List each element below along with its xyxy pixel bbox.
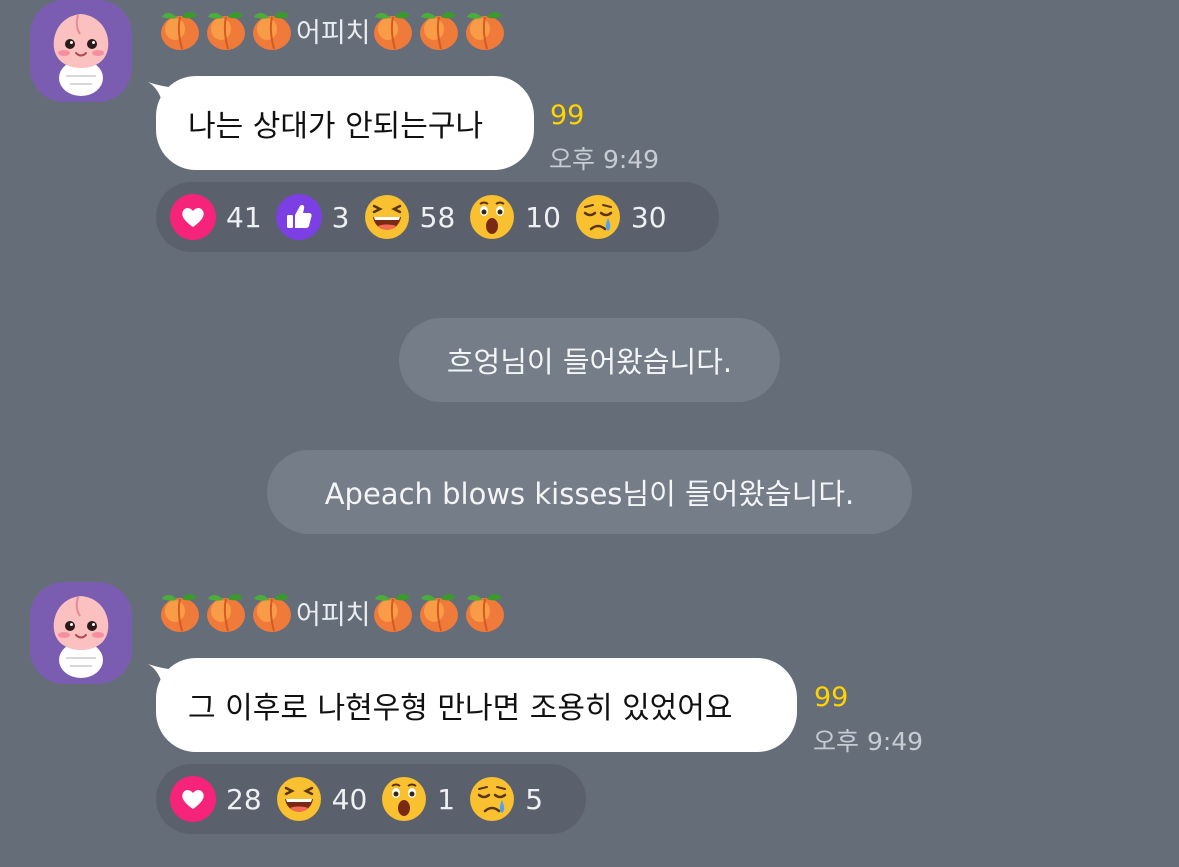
laughing-face-icon bbox=[364, 194, 410, 240]
message-time: 오후 9:49 bbox=[813, 727, 924, 756]
sender-name[interactable]: 어피치 bbox=[158, 6, 509, 54]
peach-icon bbox=[417, 590, 463, 634]
reaction-laughing[interactable]: 40 bbox=[276, 776, 368, 822]
reaction-heart[interactable]: 41 bbox=[170, 194, 262, 240]
reaction-bar[interactable]: 41 3 58 10 30 bbox=[156, 182, 719, 252]
message-text: 그 이후로 나현우형 만나면 조용히 있었어요 bbox=[188, 691, 733, 726]
heart-icon bbox=[170, 194, 216, 240]
reaction-heart[interactable]: 28 bbox=[170, 776, 262, 822]
sad-face-icon bbox=[469, 776, 515, 822]
reaction-count: 41 bbox=[226, 200, 262, 234]
peach-icon bbox=[158, 8, 204, 52]
reaction-sad[interactable]: 30 bbox=[575, 194, 667, 240]
reaction-surprised[interactable]: 1 bbox=[381, 776, 455, 822]
message-bubble[interactable]: 나는 상대가 안되는구나 bbox=[156, 76, 534, 170]
reaction-sad[interactable]: 5 bbox=[469, 776, 543, 822]
unread-count: 99 bbox=[814, 682, 849, 713]
unread-count: 99 bbox=[550, 100, 585, 131]
surprised-face-icon bbox=[381, 776, 427, 822]
reaction-count: 28 bbox=[226, 782, 262, 816]
reaction-count: 30 bbox=[630, 200, 667, 234]
peach-icon bbox=[463, 590, 509, 634]
system-message: 흐엉님이 들어왔습니다. bbox=[399, 318, 780, 402]
reaction-surprised[interactable]: 10 bbox=[469, 194, 561, 240]
peach-icon bbox=[204, 8, 250, 52]
message-time: 오후 9:49 bbox=[549, 145, 660, 174]
sender-name-text: 어피치 bbox=[296, 17, 371, 49]
peach-icon bbox=[204, 590, 250, 634]
peach-icon bbox=[463, 8, 509, 52]
reaction-laughing[interactable]: 58 bbox=[364, 194, 456, 240]
surprised-face-icon bbox=[469, 194, 515, 240]
reaction-count: 1 bbox=[437, 782, 456, 816]
peach-icon bbox=[250, 590, 296, 634]
system-message-text: Apeach blows kisses님이 들어왔습니다. bbox=[324, 477, 855, 511]
reaction-count: 5 bbox=[525, 782, 544, 816]
laughing-face-icon bbox=[276, 776, 322, 822]
sender-name-text: 어피치 bbox=[296, 599, 371, 631]
system-message-text: 흐엉님이 들어왔습니다. bbox=[446, 345, 733, 379]
reaction-bar[interactable]: 28 40 1 5 bbox=[156, 764, 586, 834]
peach-icon bbox=[417, 8, 463, 52]
sad-face-icon bbox=[575, 194, 621, 240]
peach-icon bbox=[371, 590, 417, 634]
sender-avatar[interactable] bbox=[30, 0, 132, 102]
peach-icon bbox=[371, 8, 417, 52]
reaction-count: 40 bbox=[331, 782, 368, 816]
peach-icon bbox=[158, 590, 204, 634]
reaction-count: 10 bbox=[525, 200, 561, 234]
message-bubble[interactable]: 그 이후로 나현우형 만나면 조용히 있었어요 bbox=[156, 658, 797, 752]
system-message: Apeach blows kisses님이 들어왔습니다. bbox=[267, 450, 912, 534]
sender-name[interactable]: 어피치 bbox=[158, 588, 509, 636]
peach-icon bbox=[250, 8, 296, 52]
message-text: 나는 상대가 안되는구나 bbox=[188, 109, 484, 144]
reaction-thumbs-up[interactable]: 3 bbox=[276, 194, 350, 240]
sender-avatar[interactable] bbox=[30, 582, 132, 684]
reaction-count: 58 bbox=[419, 200, 456, 234]
thumbs-up-icon bbox=[276, 194, 322, 240]
reaction-count: 3 bbox=[331, 200, 350, 234]
heart-icon bbox=[170, 776, 216, 822]
